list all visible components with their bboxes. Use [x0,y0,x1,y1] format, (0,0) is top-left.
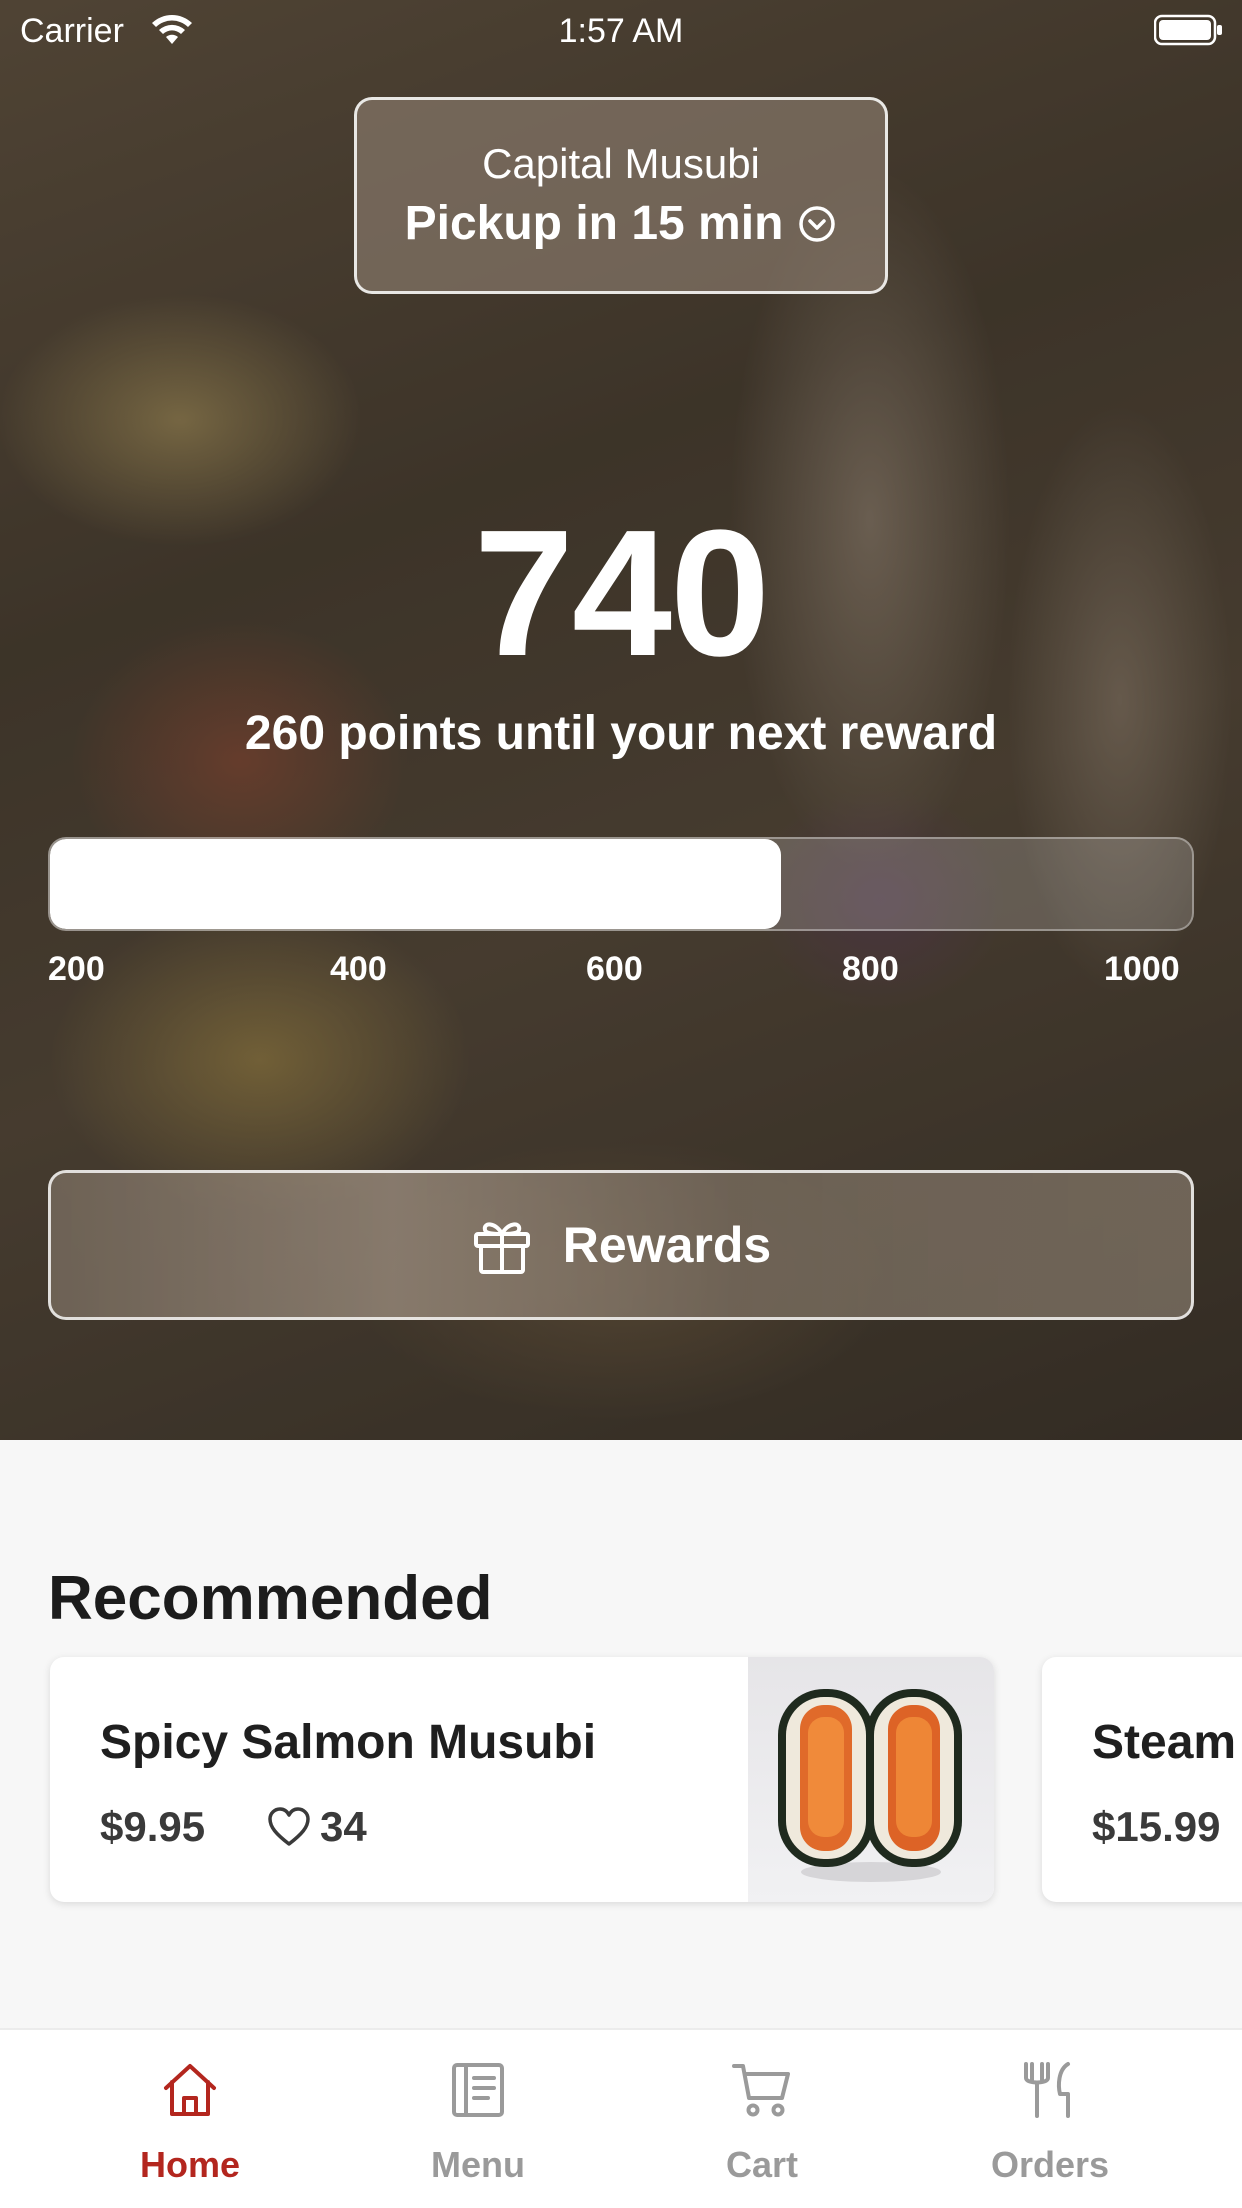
tab-cart[interactable]: Cart [662,2030,862,2208]
progress-tick: 600 [586,950,643,988]
points-caption: 260 points until your next reward [244,707,998,760]
tab-orders[interactable]: Orders [950,2030,1150,2208]
tab-home[interactable]: Home [90,2030,290,2208]
item-price: $15.99 [1092,1803,1221,1850]
tab-label: Cart [725,2144,799,2185]
store-name: Capital Musubi [482,140,760,187]
status-bar: Carrier 1:57 AM [0,0,1242,60]
item-name: Spicy Salmon Musubi [100,1716,597,1769]
rewards-button[interactable]: Rewards [48,1170,1194,1320]
points-balance: 740 [473,493,770,694]
clock: 1:57 AM [558,12,684,50]
menu-icon [452,2063,504,2117]
tab-menu[interactable]: Menu [378,2030,578,2208]
heart-icon [268,1807,310,1846]
recommended-card[interactable]: Steam $15.99 [1042,1657,1242,1902]
chevron-down-circle-icon [799,205,836,242]
battery-icon [1154,14,1222,46]
item-price: $9.95 [100,1803,206,1850]
progress-tick: 800 [842,950,899,988]
likes-count: 34 [320,1803,367,1850]
store-selector-button[interactable]: Capital Musubi Pickup in 15 min [354,97,888,294]
gift-icon [473,1222,530,1274]
rewards-progress-bar [48,837,1194,931]
hero-background: Carrier 1:57 AM Capital Musubi Pickup in… [0,0,1242,1440]
tab-label: Home [139,2144,241,2185]
progress-tick: 400 [330,950,387,988]
item-image [748,1657,994,1902]
item-name: Steam [1092,1716,1237,1769]
rewards-progress-fill [50,839,781,929]
item-likes[interactable]: 34 [266,1803,367,1851]
tab-label: Orders [990,2144,1110,2185]
tab-label: Menu [431,2144,525,2185]
progress-tick: 200 [48,950,105,988]
utensils-icon [1024,2062,1070,2118]
progress-tick: 1000 [1104,950,1180,988]
section-title-recommended: Recommended [48,1564,493,1633]
musubi-photo [778,1689,962,1882]
rewards-label: Rewards [562,1217,772,1273]
tab-bar: Home Menu Cart Orders [0,2028,1242,2208]
pickup-time: Pickup in 15 min [357,196,885,251]
pickup-label: Pickup in 15 min [404,197,784,250]
home-icon [164,2064,216,2116]
recommended-card[interactable]: Spicy Salmon Musubi $9.95 34 [50,1657,994,1902]
cart-icon [732,2064,790,2117]
